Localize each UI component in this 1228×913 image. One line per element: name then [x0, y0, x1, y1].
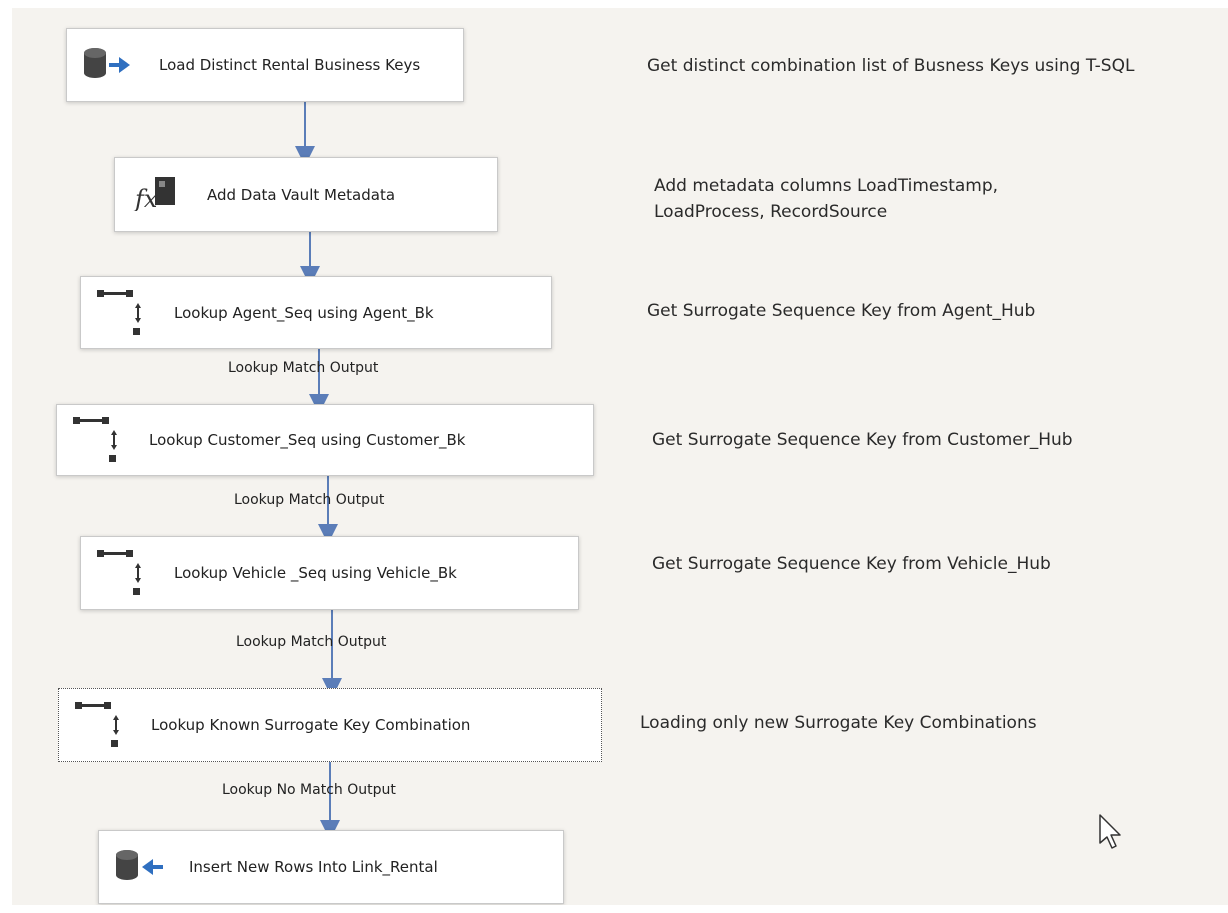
- task-label: Lookup Known Surrogate Key Combination: [151, 716, 471, 734]
- annotation-agent-hub[interactable]: Get Surrogate Sequence Key from Agent_Hu…: [647, 299, 1035, 324]
- task-lookup-agent-seq[interactable]: Lookup Agent_Seq using Agent_Bk: [80, 276, 552, 349]
- task-lookup-known-surrogate-key-combination[interactable]: Lookup Known Surrogate Key Combination: [58, 688, 602, 762]
- annotation-metadata-line-2[interactable]: LoadProcess, RecordSource: [654, 200, 887, 225]
- annotation-metadata-line-1[interactable]: Add metadata columns LoadTimestamp,: [654, 174, 998, 199]
- path-label-lookup-match-output[interactable]: Lookup Match Output: [228, 360, 378, 376]
- mouse-cursor-icon: [1098, 813, 1122, 855]
- annotation-vehicle-hub[interactable]: Get Surrogate Sequence Key from Vehicle_…: [652, 552, 1051, 577]
- task-label: Lookup Agent_Seq using Agent_Bk: [174, 303, 434, 322]
- database-source-icon: [81, 46, 133, 84]
- lookup-icon: [73, 699, 119, 751]
- data-flow-canvas[interactable]: Load Distinct Rental Business Keys fx Ad…: [12, 8, 1228, 905]
- task-insert-new-rows-into-link-rental[interactable]: Insert New Rows Into Link_Rental: [98, 830, 564, 904]
- path-label-lookup-match-output[interactable]: Lookup Match Output: [234, 492, 384, 508]
- task-lookup-vehicle-seq[interactable]: Lookup Vehicle _Seq using Vehicle_Bk: [80, 536, 579, 610]
- derived-column-fx-icon: fx: [133, 175, 179, 215]
- lookup-icon: [95, 547, 141, 599]
- task-label: Insert New Rows Into Link_Rental: [189, 858, 438, 876]
- annotation-load-distinct[interactable]: Get distinct combination list of Busness…: [647, 54, 1134, 79]
- task-label: Add Data Vault Metadata: [207, 185, 396, 204]
- lookup-icon: [95, 287, 141, 339]
- annotation-new-surrogate-keys[interactable]: Loading only new Surrogate Key Combinati…: [640, 711, 1037, 736]
- database-destination-icon: [113, 848, 167, 886]
- task-lookup-customer-seq[interactable]: Lookup Customer_Seq using Customer_Bk: [56, 404, 594, 476]
- lookup-icon: [71, 414, 117, 466]
- path-label-lookup-no-match-output[interactable]: Lookup No Match Output: [222, 782, 396, 798]
- task-label: Load Distinct Rental Business Keys: [159, 56, 421, 74]
- task-label: Lookup Customer_Seq using Customer_Bk: [149, 431, 466, 449]
- task-add-data-vault-metadata[interactable]: fx Add Data Vault Metadata: [114, 157, 498, 232]
- annotation-customer-hub[interactable]: Get Surrogate Sequence Key from Customer…: [652, 428, 1073, 453]
- path-label-lookup-match-output[interactable]: Lookup Match Output: [236, 634, 386, 650]
- task-load-distinct-rental-business-keys[interactable]: Load Distinct Rental Business Keys: [66, 28, 464, 102]
- svg-text:fx: fx: [133, 185, 158, 211]
- task-label: Lookup Vehicle _Seq using Vehicle_Bk: [174, 564, 457, 582]
